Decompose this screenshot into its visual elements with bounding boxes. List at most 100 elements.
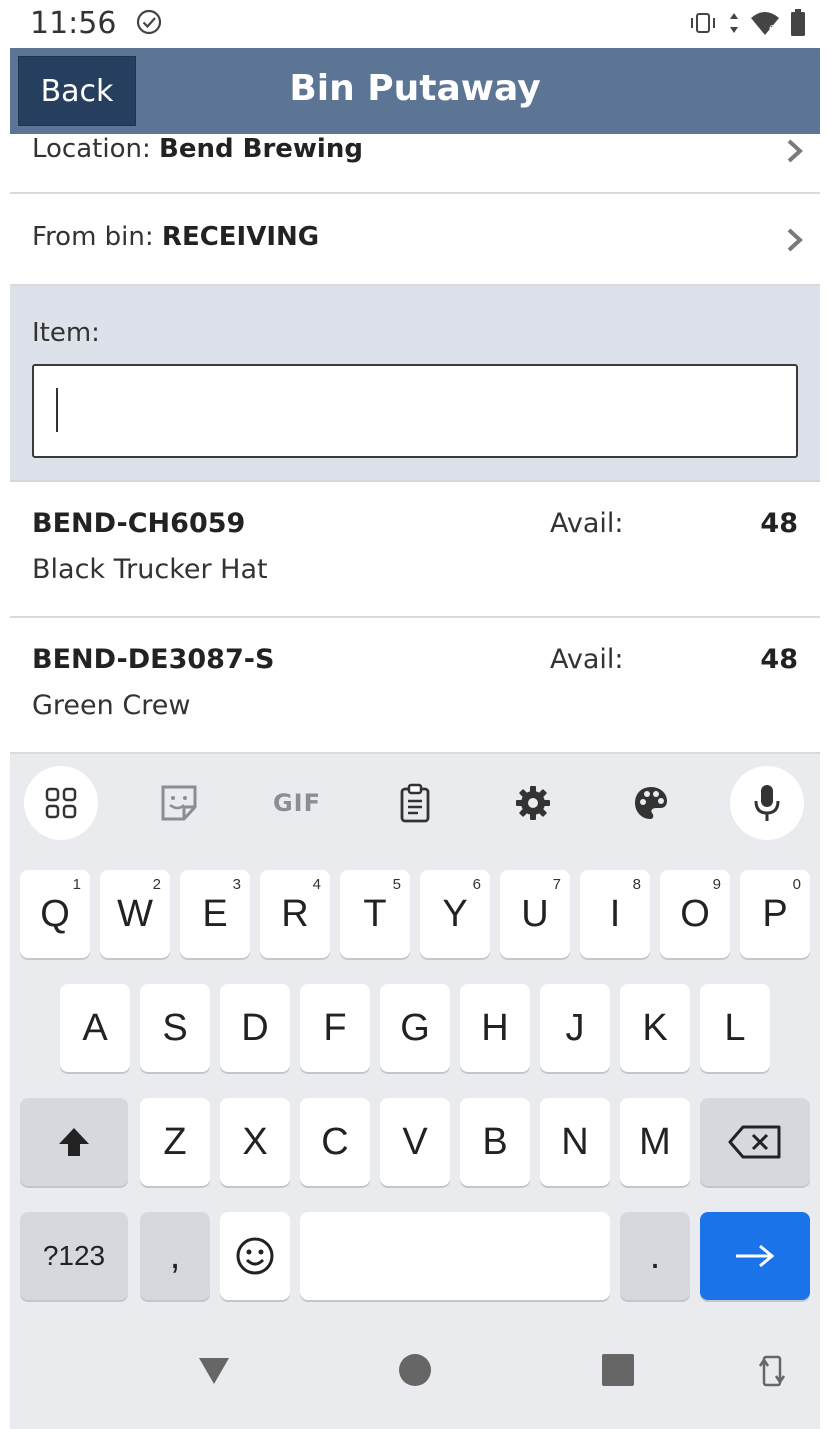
item-code: BEND-CH6059: [32, 508, 246, 539]
emoji-key[interactable]: [220, 1212, 290, 1300]
arrow-right-icon: [736, 1244, 775, 1268]
key-label: X: [242, 1120, 268, 1163]
key-label: .: [649, 1234, 661, 1277]
key-l[interactable]: L: [700, 984, 770, 1072]
key-k[interactable]: K: [620, 984, 690, 1072]
key-label: I: [609, 892, 621, 935]
svg-text:6: 6: [769, 24, 774, 33]
check-circle-icon: [136, 9, 162, 35]
clipboard-icon[interactable]: [378, 766, 452, 840]
emoji-icon: [236, 1237, 274, 1275]
backspace-icon: [728, 1125, 781, 1159]
key-h[interactable]: H: [460, 984, 530, 1072]
key-p[interactable]: P0: [740, 870, 810, 958]
shift-key[interactable]: [20, 1098, 128, 1186]
key-u[interactable]: U7: [500, 870, 570, 958]
key-g[interactable]: G: [380, 984, 450, 1072]
key-r[interactable]: R4: [260, 870, 330, 958]
from-bin-row[interactable]: From bin: RECEIVING: [10, 194, 820, 286]
period-key[interactable]: .: [620, 1212, 690, 1300]
page-title: Bin Putaway: [289, 68, 541, 109]
from-bin-label: From bin:: [32, 222, 162, 252]
back-triangle-icon[interactable]: [196, 1352, 232, 1388]
location-label: Location:: [32, 134, 159, 164]
key-label: ,: [169, 1234, 181, 1277]
key-label: B: [482, 1120, 508, 1163]
key-n[interactable]: N: [540, 1098, 610, 1186]
status-bar: 11:56 6: [10, 0, 820, 48]
key-label: C: [321, 1120, 349, 1163]
keyboard-toolbar: GIF: [10, 754, 820, 852]
battery-icon: [791, 9, 805, 36]
sticker-icon[interactable]: [142, 766, 216, 840]
key-d[interactable]: D: [220, 984, 290, 1072]
key-a[interactable]: A: [60, 984, 130, 1072]
location-text: Location: Bend Brewing: [32, 134, 363, 164]
key-z[interactable]: Z: [140, 1098, 210, 1186]
key-label: H: [481, 1006, 509, 1049]
key-m[interactable]: M: [620, 1098, 690, 1186]
from-bin-text: From bin: RECEIVING: [32, 222, 319, 252]
gif-label: GIF: [272, 789, 322, 817]
avail-label: Avail:: [550, 644, 624, 675]
location-row[interactable]: Location: Bend Brewing: [10, 134, 820, 194]
key-v[interactable]: V: [380, 1098, 450, 1186]
key-label: W: [117, 892, 153, 935]
key-s[interactable]: S: [140, 984, 210, 1072]
chevron-right-icon: [787, 228, 803, 252]
comma-key[interactable]: ,: [140, 1212, 210, 1300]
key-y[interactable]: Y6: [420, 870, 490, 958]
item-input[interactable]: [32, 364, 798, 458]
key-label: R: [281, 892, 309, 935]
home-circle-icon[interactable]: [397, 1352, 433, 1388]
backspace-key[interactable]: [700, 1098, 810, 1186]
mic-icon[interactable]: [730, 766, 804, 840]
recents-square-icon[interactable]: [600, 1352, 636, 1388]
from-bin-value: RECEIVING: [161, 222, 320, 252]
vibrate-icon: [691, 13, 715, 33]
key-f[interactable]: F: [300, 984, 370, 1072]
key-number-hint: 0: [792, 876, 801, 893]
palette-icon[interactable]: [614, 766, 688, 840]
list-item[interactable]: BEND-DE3087-S Green Crew Avail: 48: [10, 618, 820, 754]
avail-qty: 48: [760, 508, 798, 539]
key-label: A: [82, 1006, 108, 1049]
key-label: U: [521, 892, 549, 935]
avail-label: Avail:: [550, 508, 624, 539]
key-label: ?123: [42, 1240, 106, 1271]
key-number-hint: 4: [312, 876, 321, 893]
key-x[interactable]: X: [220, 1098, 290, 1186]
enter-key[interactable]: [700, 1212, 810, 1300]
item-name: Black Trucker Hat: [32, 554, 268, 585]
key-number-hint: 3: [232, 876, 241, 893]
text-caret: [56, 388, 58, 432]
rotate-icon[interactable]: [758, 1352, 786, 1390]
key-e[interactable]: E3: [180, 870, 250, 958]
item-name: Green Crew: [32, 690, 191, 721]
key-label: J: [565, 1006, 585, 1049]
gif-icon[interactable]: GIF: [260, 766, 334, 840]
key-o[interactable]: O9: [660, 870, 730, 958]
settings-icon[interactable]: [496, 766, 570, 840]
key-j[interactable]: J: [540, 984, 610, 1072]
symbols-key[interactable]: ?123: [20, 1212, 128, 1300]
list-item[interactable]: BEND-CH6059 Black Trucker Hat Avail: 48: [10, 482, 820, 618]
space-key[interactable]: [300, 1212, 610, 1300]
item-label: Item:: [32, 318, 100, 348]
key-number-hint: 2: [152, 876, 161, 893]
key-label: L: [724, 1006, 746, 1049]
wifi-icon: 6: [751, 12, 779, 35]
key-i[interactable]: I8: [580, 870, 650, 958]
key-b[interactable]: B: [460, 1098, 530, 1186]
status-icons: 6: [688, 8, 806, 38]
key-q[interactable]: Q1: [20, 870, 90, 958]
key-t[interactable]: T5: [340, 870, 410, 958]
key-number-hint: 9: [712, 876, 721, 893]
data-arrows-icon: [730, 13, 738, 33]
key-number-hint: 7: [552, 876, 561, 893]
avail-qty: 48: [760, 644, 798, 675]
key-c[interactable]: C: [300, 1098, 370, 1186]
key-label: E: [202, 892, 228, 935]
apps-grid-icon[interactable]: [24, 766, 98, 840]
key-w[interactable]: W2: [100, 870, 170, 958]
